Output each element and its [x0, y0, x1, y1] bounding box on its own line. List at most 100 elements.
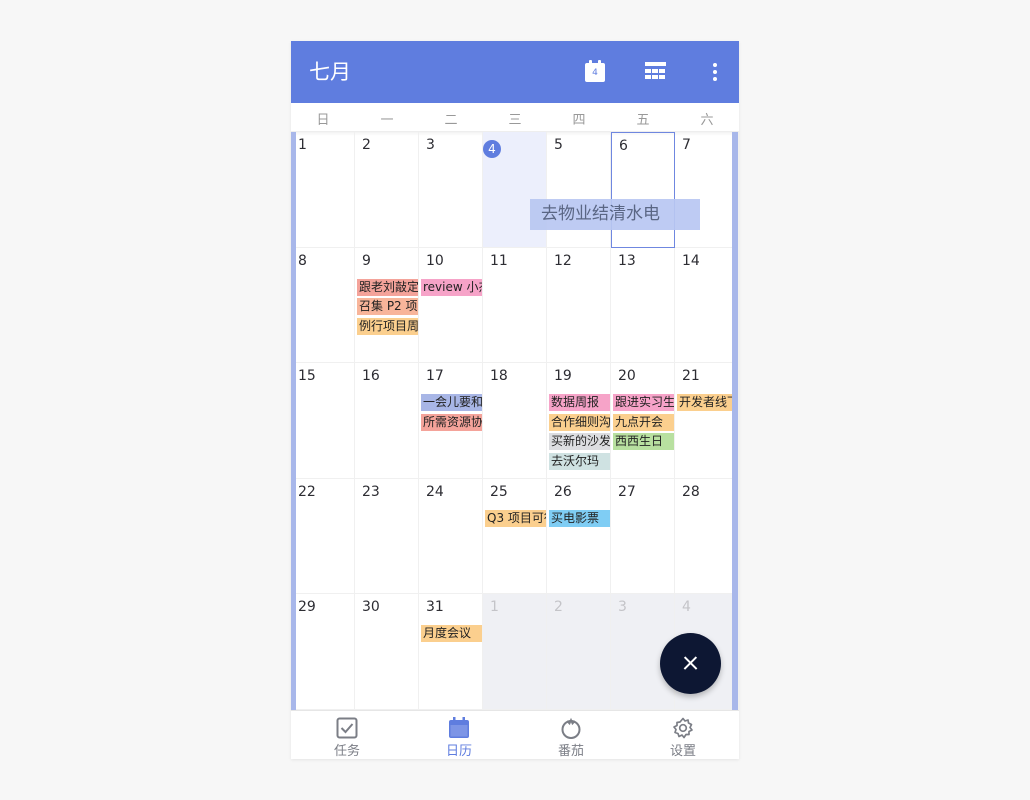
left-scroll-edge	[291, 132, 296, 710]
day-number: 15	[298, 368, 316, 385]
weekday-label: 五	[636, 113, 650, 128]
close-fab-button[interactable]	[660, 633, 721, 694]
weekday-label: 四	[572, 113, 586, 128]
day-cell[interactable]: 20 跟进实习生 九点开会西西生日	[611, 363, 675, 479]
app-screen: 七月 4 日一二三四五六 1 2 3 4 5 6 7 8 9 跟老刘敲定 召集 …	[291, 41, 739, 759]
event-chip[interactable]: 一会儿要和	[421, 394, 482, 412]
day-cell[interactable]: 2	[547, 594, 611, 710]
more-menu-button[interactable]	[708, 60, 722, 84]
day-cell[interactable]: 14	[675, 247, 739, 364]
day-cell[interactable]: 18	[483, 363, 547, 479]
day-number: 3	[426, 137, 435, 153]
day-cell[interactable]: 17 一会儿要和 所需资源协	[419, 363, 483, 479]
day-number: 5	[554, 137, 563, 153]
day-number: 29	[298, 599, 316, 616]
weekday-label: 二	[444, 113, 458, 128]
day-cell[interactable]: 26 买电影票	[547, 478, 611, 595]
event-chip[interactable]: review 小杰	[421, 278, 482, 296]
weekday-label: 六	[700, 113, 714, 128]
event-chip[interactable]: 召集 P2 项	[357, 298, 418, 316]
app-bar: 七月 4	[291, 41, 739, 103]
today-button[interactable]: 4	[584, 60, 608, 84]
event-chip[interactable]: Q3 项目可行	[485, 509, 546, 527]
month-title: 七月	[309, 60, 351, 84]
event-chip[interactable]: 合作细则沟	[549, 413, 610, 431]
view-mode-button[interactable]	[644, 60, 668, 84]
weekday-label: 日	[316, 113, 330, 128]
day-number: 8	[298, 252, 307, 269]
day-cell[interactable]: 30	[355, 594, 419, 710]
day-number: 2	[554, 599, 563, 616]
tomato-timer-icon	[560, 717, 582, 739]
day-cell[interactable]: 2	[355, 132, 419, 248]
day-number: 7	[682, 137, 691, 153]
event-chip[interactable]: 月度会议	[421, 625, 482, 643]
nav-label: 日历	[445, 744, 472, 759]
gear-icon	[672, 717, 694, 739]
day-cell[interactable]: 31 月度会议	[419, 594, 483, 710]
event-chip[interactable]: 数据周报	[549, 394, 610, 412]
day-cell[interactable]: 23	[355, 478, 419, 595]
day-cell[interactable]: 25 Q3 项目可行	[483, 478, 547, 595]
day-cell[interactable]: 1	[291, 132, 355, 248]
day-cell[interactable]: 3	[419, 132, 483, 248]
day-number: 11	[490, 252, 508, 269]
event-chip[interactable]: 所需资源协	[421, 413, 482, 431]
nav-label: 设置	[669, 744, 696, 759]
day-number: 16	[362, 368, 380, 385]
day-cell[interactable]: 22	[291, 478, 355, 595]
weekday-label: 一	[380, 113, 394, 128]
event-chip[interactable]: 买电影票	[549, 509, 610, 527]
day-number: 4	[682, 599, 691, 616]
day-cell[interactable]: 11	[483, 247, 547, 364]
day-cell[interactable]: 15	[291, 363, 355, 479]
day-cell[interactable]: 6	[611, 132, 675, 248]
day-number: 13	[618, 252, 636, 269]
day-number: 23	[362, 483, 380, 500]
day-number: 10	[426, 252, 444, 269]
day-cell[interactable]: 12	[547, 247, 611, 364]
event-chip[interactable]: 西西生日	[613, 433, 674, 451]
day-number: 28	[682, 483, 700, 500]
event-chip[interactable]: 例行项目周	[357, 317, 418, 335]
calendar-today-number: 4	[592, 68, 598, 78]
day-cell[interactable]: 9 跟老刘敲定 召集 P2 项例行项目周	[355, 247, 419, 364]
day-number: 30	[362, 599, 380, 616]
nav-item[interactable]: 日历	[403, 711, 515, 759]
day-cell[interactable]: 28	[675, 478, 739, 595]
nav-item[interactable]: 番茄	[515, 711, 627, 759]
bottom-navigation: 任务 日历 番茄 设置	[291, 710, 739, 759]
day-number: 20	[618, 368, 636, 385]
event-chip[interactable]: 去沃尔玛	[549, 452, 610, 470]
event-chip[interactable]: 买新的沙发	[549, 433, 610, 451]
day-number: 27	[618, 483, 636, 500]
day-number: 12	[554, 252, 572, 269]
day-cell[interactable]: 29	[291, 594, 355, 710]
event-chip[interactable]: 跟进实习生	[613, 394, 674, 412]
day-cell[interactable]: 16	[355, 363, 419, 479]
day-number: 26	[554, 483, 572, 500]
day-number: 31	[426, 599, 444, 616]
event-chip[interactable]: 跟老刘敲定	[357, 278, 418, 296]
day-cell[interactable]: 4	[483, 132, 547, 248]
day-cell[interactable]: 1	[483, 594, 547, 710]
day-cell[interactable]: 19 数据周报 合作细则沟买新的沙发 去沃尔玛	[547, 363, 611, 479]
event-chip[interactable]: 九点开会	[613, 413, 674, 431]
day-number: 2	[362, 137, 371, 153]
day-cell[interactable]: 13	[611, 247, 675, 364]
day-cell[interactable]: 5	[547, 132, 611, 248]
day-number: 19	[554, 368, 572, 385]
day-cell[interactable]: 27	[611, 478, 675, 595]
event-chip[interactable]: 开发者线下	[677, 394, 738, 412]
nav-item[interactable]: 任务	[291, 711, 403, 759]
day-cell[interactable]: 24	[419, 478, 483, 595]
day-number: 24	[426, 483, 444, 500]
nav-label: 番茄	[557, 744, 584, 759]
day-cell[interactable]: 10 review 小杰	[419, 247, 483, 364]
dragging-event[interactable]: 去物业结清水电	[530, 199, 700, 230]
day-cell[interactable]: 21 开发者线下	[675, 363, 739, 479]
today-marker: 4	[483, 140, 501, 158]
nav-item[interactable]: 设置	[627, 711, 739, 759]
day-cell[interactable]: 7	[675, 132, 739, 248]
day-cell[interactable]: 8	[291, 247, 355, 364]
